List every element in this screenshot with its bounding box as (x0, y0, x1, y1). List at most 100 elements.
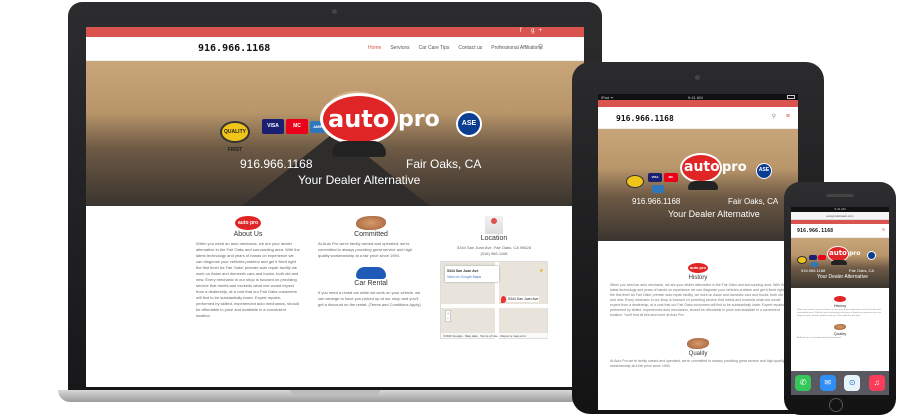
battery-icon (787, 95, 795, 99)
laptop-screen: f g+ 916.966.1168 Home Services Car Care… (86, 27, 584, 387)
responsive-mockup: f g+ 916.966.1168 Home Services Car Care… (0, 0, 907, 419)
amex-card-icon (811, 262, 818, 267)
nav-menu: Home Services Car Care Tips Contact us P… (368, 45, 543, 51)
phone-screen: 9:41 AM autoprofairoaks.com 916.966.1168… (791, 207, 889, 395)
handshake-icon (834, 324, 846, 330)
hero-phone: 916.966.1168 (801, 268, 826, 273)
search-icon[interactable]: ⚲ (772, 113, 776, 120)
home-button[interactable] (829, 398, 843, 412)
nav-item-professional-affiliations[interactable]: Professional Affiliations (491, 45, 542, 51)
header-logo-phone[interactable]: 916.966.1168 (797, 228, 833, 234)
map-road (441, 304, 549, 308)
hamburger-menu-icon[interactable]: ≡ (786, 113, 790, 120)
nav-item-car-care-tips[interactable]: Car Care Tips (419, 45, 450, 51)
hero-tagline: Your Dealer Alternative (817, 274, 868, 280)
map-pin-icon (485, 216, 503, 234)
nav-item-services[interactable]: Services (390, 45, 409, 51)
hero-banner: VISA MC auto pro ASE 916.966.1168 Fair O… (598, 129, 798, 241)
brand-auto-text: auto (684, 159, 720, 175)
amex-card-icon (652, 185, 664, 193)
laptop-device: f g+ 916.966.1168 Home Services Car Care… (58, 2, 612, 406)
top-bar (598, 100, 798, 107)
tablet-screen: iPad ᯤ 9:41 AM 916.966.1168 ⚲ ≡ VISA MC … (598, 94, 798, 410)
brand-pro-text: pro (849, 250, 861, 257)
hero-banner: auto pro 916.966.1168 Fair Oaks, CA Your… (791, 238, 889, 288)
hero-phone: 916.966.1168 (632, 197, 681, 206)
header-logo-phone[interactable]: 916.966.1168 (198, 43, 270, 54)
status-time: 9:41 AM (688, 95, 703, 100)
mail-app-icon[interactable]: ✉ (819, 375, 836, 391)
map-footer[interactable]: ©2016 Google · Map data · Terms of Use ·… (441, 333, 549, 338)
ase-badge-icon: ASE (456, 111, 482, 137)
brand-pro-text: pro (722, 160, 747, 175)
star-icon[interactable]: ★ (539, 268, 543, 274)
map-info-card: 5344 San Juan Ave View on Google Maps (445, 266, 499, 282)
about-column: auto pro About Us When you need an auto … (196, 216, 300, 319)
handshake-icon (356, 216, 386, 230)
committed-column: Committed At Auto Pro we're family owned… (318, 216, 424, 308)
url-bar[interactable]: autoprofairoaks.com (791, 212, 889, 220)
map-marker-label: 5344 San Juan Ave (507, 296, 540, 302)
tablet-content: auto pro History When you need an auto m… (598, 241, 798, 369)
header-logo-phone[interactable]: 916.966.1168 (616, 114, 674, 123)
quality-first-badge-icon (626, 175, 644, 188)
brand-auto-text: auto (328, 105, 390, 133)
committed-title: Committed (354, 231, 388, 238)
about-body: When you need an auto mechanic, we are y… (196, 241, 300, 318)
car-silhouette-icon (332, 141, 386, 157)
nav-item-home[interactable]: Home (368, 45, 381, 51)
hero-tagline: Your Dealer Alternative (298, 173, 421, 187)
location-title: Location (480, 235, 508, 242)
laptop-notch (290, 390, 380, 395)
nav-item-contact-us[interactable]: Contact us (458, 45, 482, 51)
hamburger-menu-icon[interactable]: ≡ (882, 227, 885, 233)
visa-card-icon: VISA (262, 119, 284, 134)
map-zoom-control[interactable]: + − (445, 310, 451, 322)
history-title: History (688, 275, 708, 281)
quality-first-badge-icon (797, 256, 807, 264)
ase-badge-icon (867, 251, 876, 260)
hero-phone: 916.966.1168 (240, 157, 313, 171)
google-map[interactable]: 5344 San Juan Ave View on Google Maps ★ … (440, 261, 549, 340)
view-on-google-maps-link[interactable]: View on Google Maps (447, 274, 497, 280)
hero-city: Fair Oaks, CA (849, 268, 875, 273)
camera-icon (695, 75, 700, 80)
committed-body: At Auto Pro we're family owned and opera… (318, 241, 413, 258)
brand-pro-text: pro (398, 107, 440, 132)
hero-city: Fair Oaks, CA (406, 157, 482, 171)
visa-card-icon: VISA (648, 173, 662, 182)
quality-body: At Auto Pro we're family owned and opera… (610, 359, 785, 368)
search-icon[interactable]: ⚲ (538, 43, 543, 51)
speaker-icon (826, 194, 854, 197)
map-marker-icon[interactable] (501, 296, 506, 303)
phone-app-icon[interactable]: ✆ (795, 375, 812, 391)
status-carrier: iPad ᯤ (601, 95, 614, 100)
main-nav: 916.966.1168 Home Services Car Care Tips… (86, 37, 584, 61)
brand-auto-text: auto (829, 249, 847, 257)
music-app-icon[interactable]: ♫ (868, 375, 885, 391)
phone-device: 9:41 AM autoprofairoaks.com 916.966.1168… (784, 182, 896, 415)
ase-badge-icon: ASE (756, 163, 772, 179)
safari-app-icon[interactable]: ⊙ (844, 375, 861, 391)
camera-icon (332, 9, 337, 14)
rental-car-icon (356, 267, 386, 279)
social-icons[interactable]: f g+ (520, 28, 546, 34)
hero-city: Fair Oaks, CA (728, 197, 779, 206)
app-dock: ✆ ✉ ⊙ ♫ (791, 371, 889, 395)
phone-nav: 916.966.1168 ≡ (791, 224, 889, 238)
visa-card-icon (809, 255, 817, 260)
location-column: Location 5344 San Juan Ave, Fair Oaks, C… (440, 216, 549, 340)
quality-title: Quality (688, 351, 708, 357)
hero-tagline: Your Dealer Alternative (668, 209, 760, 219)
car-rental-body: If you need a rental car while we work o… (318, 290, 421, 307)
quality-first-badge-icon: QUALITY FIRST (220, 121, 250, 153)
map-info-title: 5344 San Juan Ave (447, 269, 479, 273)
phone-content: History When you need an auto mechanic, … (791, 288, 889, 340)
mastercard-icon (818, 255, 826, 260)
location-phone: (916) 966-1168 (480, 251, 508, 256)
content-section: auto pro About Us When you need an auto … (86, 206, 584, 387)
autopro-mini-logo-icon: auto pro (688, 263, 708, 273)
car-rental-title: Car Rental (354, 280, 388, 287)
tablet-nav: 916.966.1168 ⚲ ≡ (598, 107, 798, 129)
tablet-status-bar: iPad ᯤ 9:41 AM (598, 94, 798, 100)
